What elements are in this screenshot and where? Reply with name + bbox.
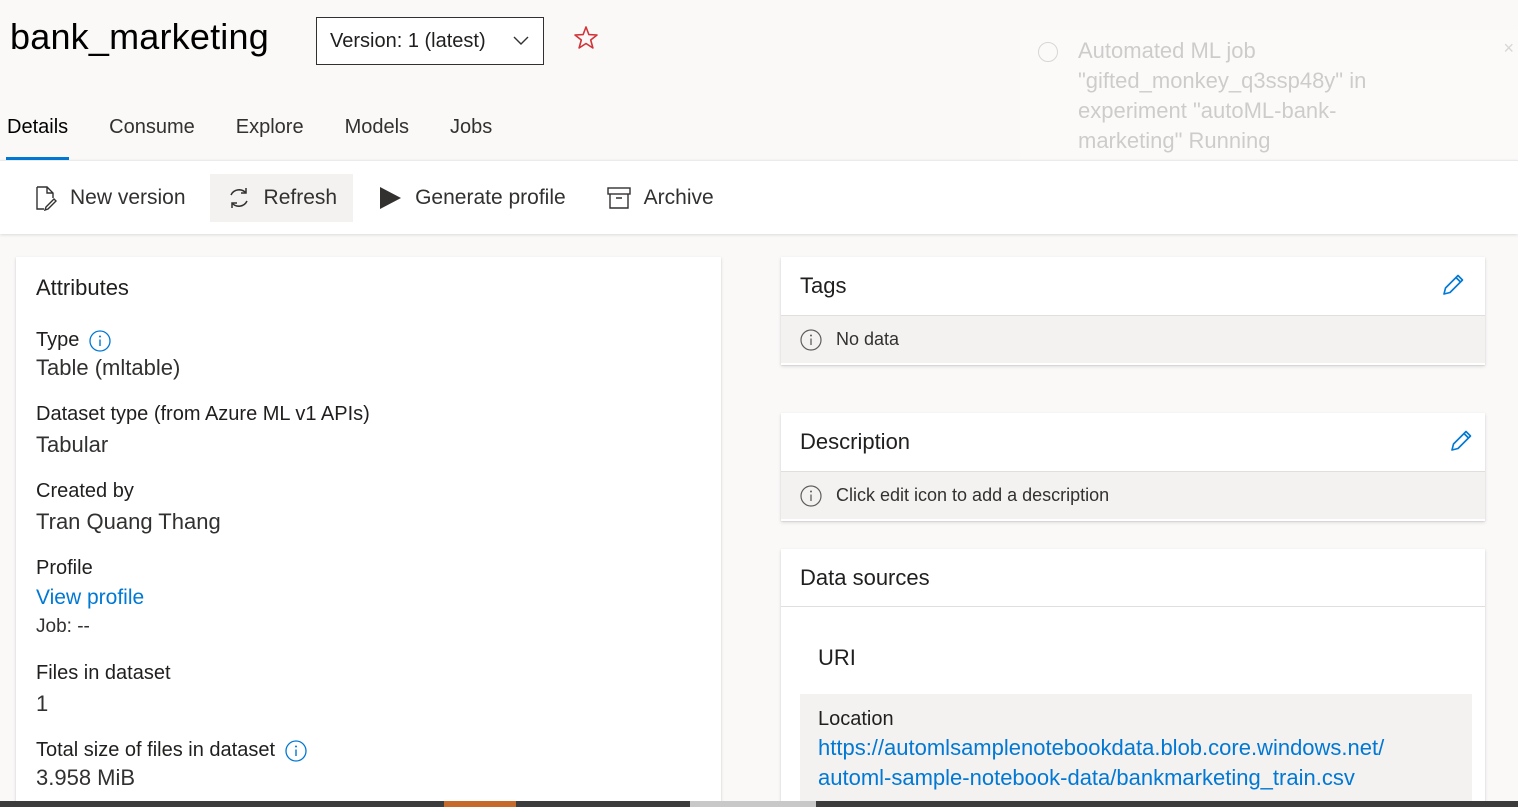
attributes-card: Attributes Type Table (mltable) Dataset … [16,257,721,807]
refresh-label: Refresh [263,185,338,209]
location-label: Location [818,708,894,730]
edit-icon[interactable] [1447,427,1475,455]
tab-consume[interactable]: Consume [109,108,195,160]
info-icon [800,328,822,351]
info-icon[interactable] [285,739,307,762]
refresh-button[interactable]: Refresh [209,173,354,222]
type-label: Type [36,329,80,351]
tags-title: Tags [800,273,847,298]
new-version-button[interactable]: New version [16,174,202,222]
close-icon[interactable]: × [1503,38,1514,59]
favorite-star-icon[interactable] [572,24,600,52]
chevron-down-icon [513,36,529,45]
archive-icon [606,186,631,209]
dataset-type-value: Tabular [36,432,109,457]
version-dropdown-label: Version: 1 (latest) [330,29,486,52]
location-link[interactable]: https://automlsamplenotebookdata.blob.co… [818,733,1454,793]
edit-icon[interactable] [1439,271,1467,299]
tab-jobs[interactable]: Jobs [450,108,492,160]
size-label: Total size of files in dataset [36,739,276,761]
tab-bar: Details Consume Explore Models Jobs [0,108,533,160]
tags-empty-text: No data [836,329,900,349]
taskbar-item [690,801,816,807]
info-icon[interactable] [89,329,112,352]
info-icon [800,484,822,507]
notification-status-icon [1038,42,1058,62]
profile-job: Job: -- [36,616,90,637]
attr-created-by: Created by Tran Quang Thang [36,480,701,535]
command-toolbar: New version Refresh Generate profile Arc… [0,160,1518,234]
new-version-icon [36,185,57,211]
generate-profile-label: Generate profile [415,185,566,209]
archive-button[interactable]: Archive [590,174,730,222]
profile-label: Profile [36,557,93,579]
version-dropdown[interactable]: Version: 1 (latest) [316,17,544,65]
location-link-line1: https://automlsamplenotebookdata.blob.co… [818,735,1385,760]
taskbar-strip [0,801,1518,807]
generate-profile-button[interactable]: Generate profile [361,174,582,222]
tab-details[interactable]: Details [5,108,70,160]
dataset-type-label: Dataset type (from Azure ML v1 APIs) [36,403,370,425]
attr-size: Total size of files in dataset 3.958 MiB [36,739,701,791]
page-title: bank_marketing [10,16,269,57]
refresh-icon [229,187,248,208]
attributes-title: Attributes [36,275,129,300]
uri-heading: URI [818,645,856,670]
view-profile-link[interactable]: View profile [36,586,701,610]
notification-text: Automated ML job "gifted_monkey_q3ssp48y… [1078,38,1367,153]
taskbar-item [444,801,516,807]
attr-profile: Profile View profile Job: -- [36,557,701,638]
files-value: 1 [36,691,49,716]
archive-label: Archive [643,185,714,209]
tags-card: Tags No data [781,257,1485,365]
description-empty-text: Click edit icon to add a description [836,485,1110,505]
location-box: Location https://automlsamplenotebookdat… [800,694,1472,807]
tab-explore[interactable]: Explore [236,108,304,160]
files-label: Files in dataset [36,662,171,684]
location-link-line2: automl-sample-notebook-data/bankmarketin… [818,765,1355,790]
data-sources-card: Data sources URI Location https://automl… [781,549,1485,807]
description-title: Description [800,429,911,454]
created-by-label: Created by [36,480,134,502]
tab-models[interactable]: Models [345,108,409,160]
description-card: Description Click edit icon to add a des… [781,413,1485,521]
attr-dataset-type: Dataset type (from Azure ML v1 APIs) Tab… [36,403,701,458]
data-sources-title: Data sources [800,564,930,590]
new-version-label: New version [70,185,186,209]
attr-type: Type Table (mltable) [36,329,701,381]
type-value: Table (mltable) [36,355,181,380]
attr-files: Files in dataset 1 [36,662,701,717]
play-icon [380,186,402,209]
created-by-value: Tran Quang Thang [36,509,221,534]
size-value: 3.958 MiB [36,765,136,790]
